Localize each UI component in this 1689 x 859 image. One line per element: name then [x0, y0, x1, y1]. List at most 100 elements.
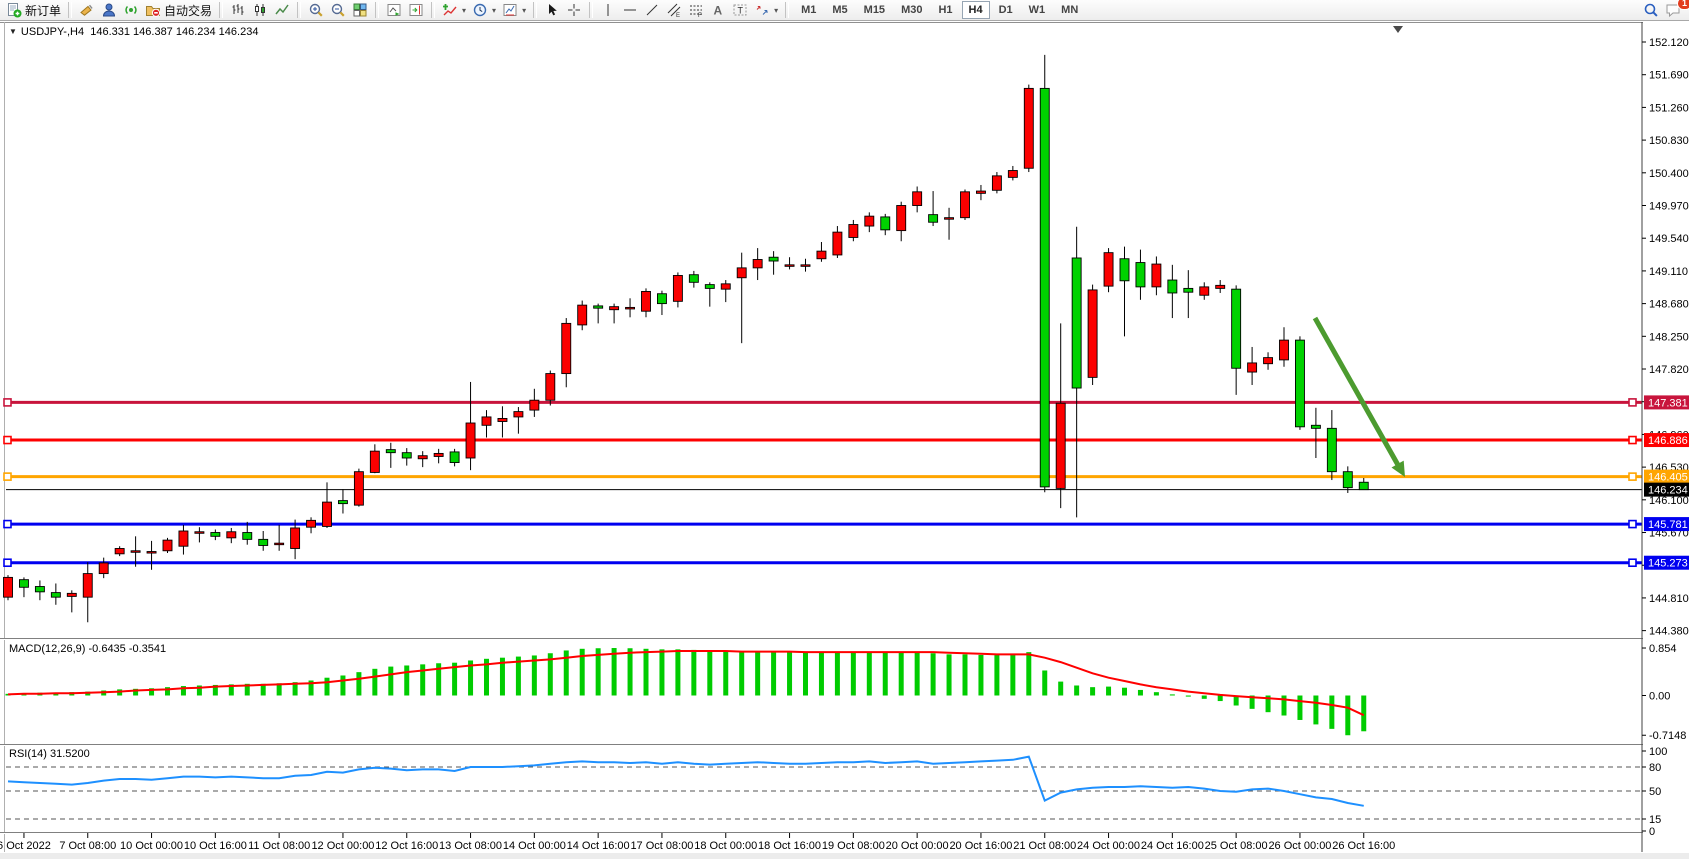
candle	[131, 551, 140, 553]
text-label-tool-button[interactable]: T	[729, 1, 751, 20]
fibonacci-tool-button[interactable]: F	[685, 1, 707, 20]
chart-header: ▼USDJPY-,H4 146.331 146.387 146.234 146.…	[9, 26, 258, 38]
market-depth-button[interactable]	[76, 1, 98, 20]
timeframe-button-M30[interactable]: M30	[894, 1, 929, 19]
candle	[961, 192, 970, 218]
vertical-line-icon	[600, 2, 616, 18]
autotrading-button[interactable]: 自动交易	[142, 1, 215, 20]
trendline-tool-button[interactable]	[641, 1, 663, 20]
price-line-badge-label: 146.234	[1648, 485, 1688, 497]
timeframe-button-H4[interactable]: H4	[962, 1, 990, 19]
candle	[1040, 88, 1049, 487]
line-anchor[interactable]	[4, 521, 11, 528]
template-button[interactable]: ▾	[499, 1, 529, 20]
macd-histogram-bar	[947, 654, 952, 695]
candle	[769, 257, 778, 261]
candle	[99, 563, 108, 574]
bar-chart-mode-button[interactable]	[227, 1, 249, 20]
line-anchor[interactable]	[4, 473, 11, 480]
vertical-line-tool-button[interactable]	[597, 1, 619, 20]
candle	[1248, 363, 1257, 372]
axis-tick-label: 152.120	[1649, 37, 1689, 49]
time-axis-label: 20 Oct 16:00	[949, 840, 1012, 852]
line-anchor[interactable]	[4, 399, 11, 406]
rsi-name: RSI(14)	[9, 748, 47, 760]
candlestick-mode-button[interactable]	[249, 1, 271, 20]
crosshair-icon	[566, 2, 582, 18]
line-anchor[interactable]	[1629, 521, 1636, 528]
macd-histogram-bar	[1106, 687, 1111, 696]
fibonacci-icon: F	[688, 2, 704, 18]
auto-scroll-button[interactable]	[383, 1, 405, 20]
line-anchor[interactable]	[1629, 473, 1636, 480]
zoom-out-button[interactable]	[327, 1, 349, 20]
line-anchor[interactable]	[4, 559, 11, 566]
timeframe-button-W1[interactable]: W1	[1022, 1, 1053, 19]
profile-icon	[101, 2, 117, 18]
time-axis-label: 18 Oct 00:00	[694, 840, 757, 852]
candle	[1264, 358, 1273, 364]
macd-histogram-bar	[1074, 685, 1079, 695]
collapse-arrow-icon[interactable]: ▼	[9, 27, 17, 36]
line-anchor[interactable]	[4, 437, 11, 444]
zoom-in-icon	[308, 2, 324, 18]
line-anchor[interactable]	[1629, 559, 1636, 566]
indicators-button[interactable]: ▾	[439, 1, 469, 20]
candle	[1295, 340, 1304, 427]
line-anchor[interactable]	[1629, 437, 1636, 444]
timeframe-button-M1[interactable]: M1	[794, 1, 823, 19]
macd-histogram-bar	[1154, 692, 1159, 695]
toolbar-separator	[431, 2, 435, 18]
cursor-tool-button[interactable]	[541, 1, 563, 20]
macd-histogram-bar	[1026, 652, 1031, 695]
periods-button[interactable]: ▾	[469, 1, 499, 20]
horizontal-line-icon	[622, 2, 638, 18]
indicators-icon	[442, 2, 458, 18]
price-line-badge-label: 145.781	[1648, 519, 1688, 531]
tile-windows-button[interactable]	[349, 1, 371, 20]
timeframe-button-M5[interactable]: M5	[825, 1, 854, 19]
chart-shift-button[interactable]	[405, 1, 427, 20]
candle	[689, 275, 698, 283]
timeframe-button-H1[interactable]: H1	[931, 1, 959, 19]
candle	[801, 265, 810, 267]
candle	[849, 225, 858, 238]
line-chart-icon	[274, 2, 290, 18]
channel-tool-button[interactable]: E	[663, 1, 685, 20]
mt4-window: 新订单 自动交易	[0, 0, 1689, 859]
new-order-label: 新订单	[25, 2, 61, 19]
line-chart-mode-button[interactable]	[271, 1, 293, 20]
macd-histogram-bar	[1202, 696, 1207, 699]
axis-tick-label: 0.854	[1649, 643, 1677, 655]
new-order-button[interactable]: 新订单	[3, 1, 64, 20]
toolbar-separator	[589, 2, 593, 18]
timeframe-button-M15[interactable]: M15	[857, 1, 892, 19]
macd-histogram-bar	[1010, 655, 1015, 696]
arrows-tool-button[interactable]: ▾	[751, 1, 781, 20]
crosshair-tool-button[interactable]	[563, 1, 585, 20]
candle	[833, 232, 842, 255]
macd-histogram-bar	[340, 675, 345, 695]
horizontal-line-tool-button[interactable]	[619, 1, 641, 20]
autotrading-label: 自动交易	[164, 2, 212, 19]
signal-icon	[123, 2, 139, 18]
timeframe-button-D1[interactable]: D1	[992, 1, 1020, 19]
timeframe-button-MN[interactable]: MN	[1054, 1, 1085, 19]
notifications-button[interactable]: 1	[1662, 1, 1686, 20]
candle	[243, 533, 252, 540]
profile-button[interactable]	[98, 1, 120, 20]
time-axis-label: 10 Oct 16:00	[184, 840, 247, 852]
chevron-down-icon: ▾	[774, 6, 778, 15]
candle	[514, 412, 523, 417]
axis-tick-label: 148.680	[1649, 299, 1689, 311]
candle	[418, 456, 427, 459]
timeframe-toolbar: M1M5M15M30H1H4D1W1MN	[793, 1, 1086, 19]
text-tool-button[interactable]: A	[707, 1, 729, 20]
time-axis-label: 25 Oct 08:00	[1205, 840, 1268, 852]
macd-histogram-bar	[851, 652, 856, 695]
search-button[interactable]	[1640, 1, 1662, 20]
line-anchor[interactable]	[1629, 399, 1636, 406]
zoom-in-button[interactable]	[305, 1, 327, 20]
signals-button[interactable]	[120, 1, 142, 20]
candle	[291, 528, 300, 549]
